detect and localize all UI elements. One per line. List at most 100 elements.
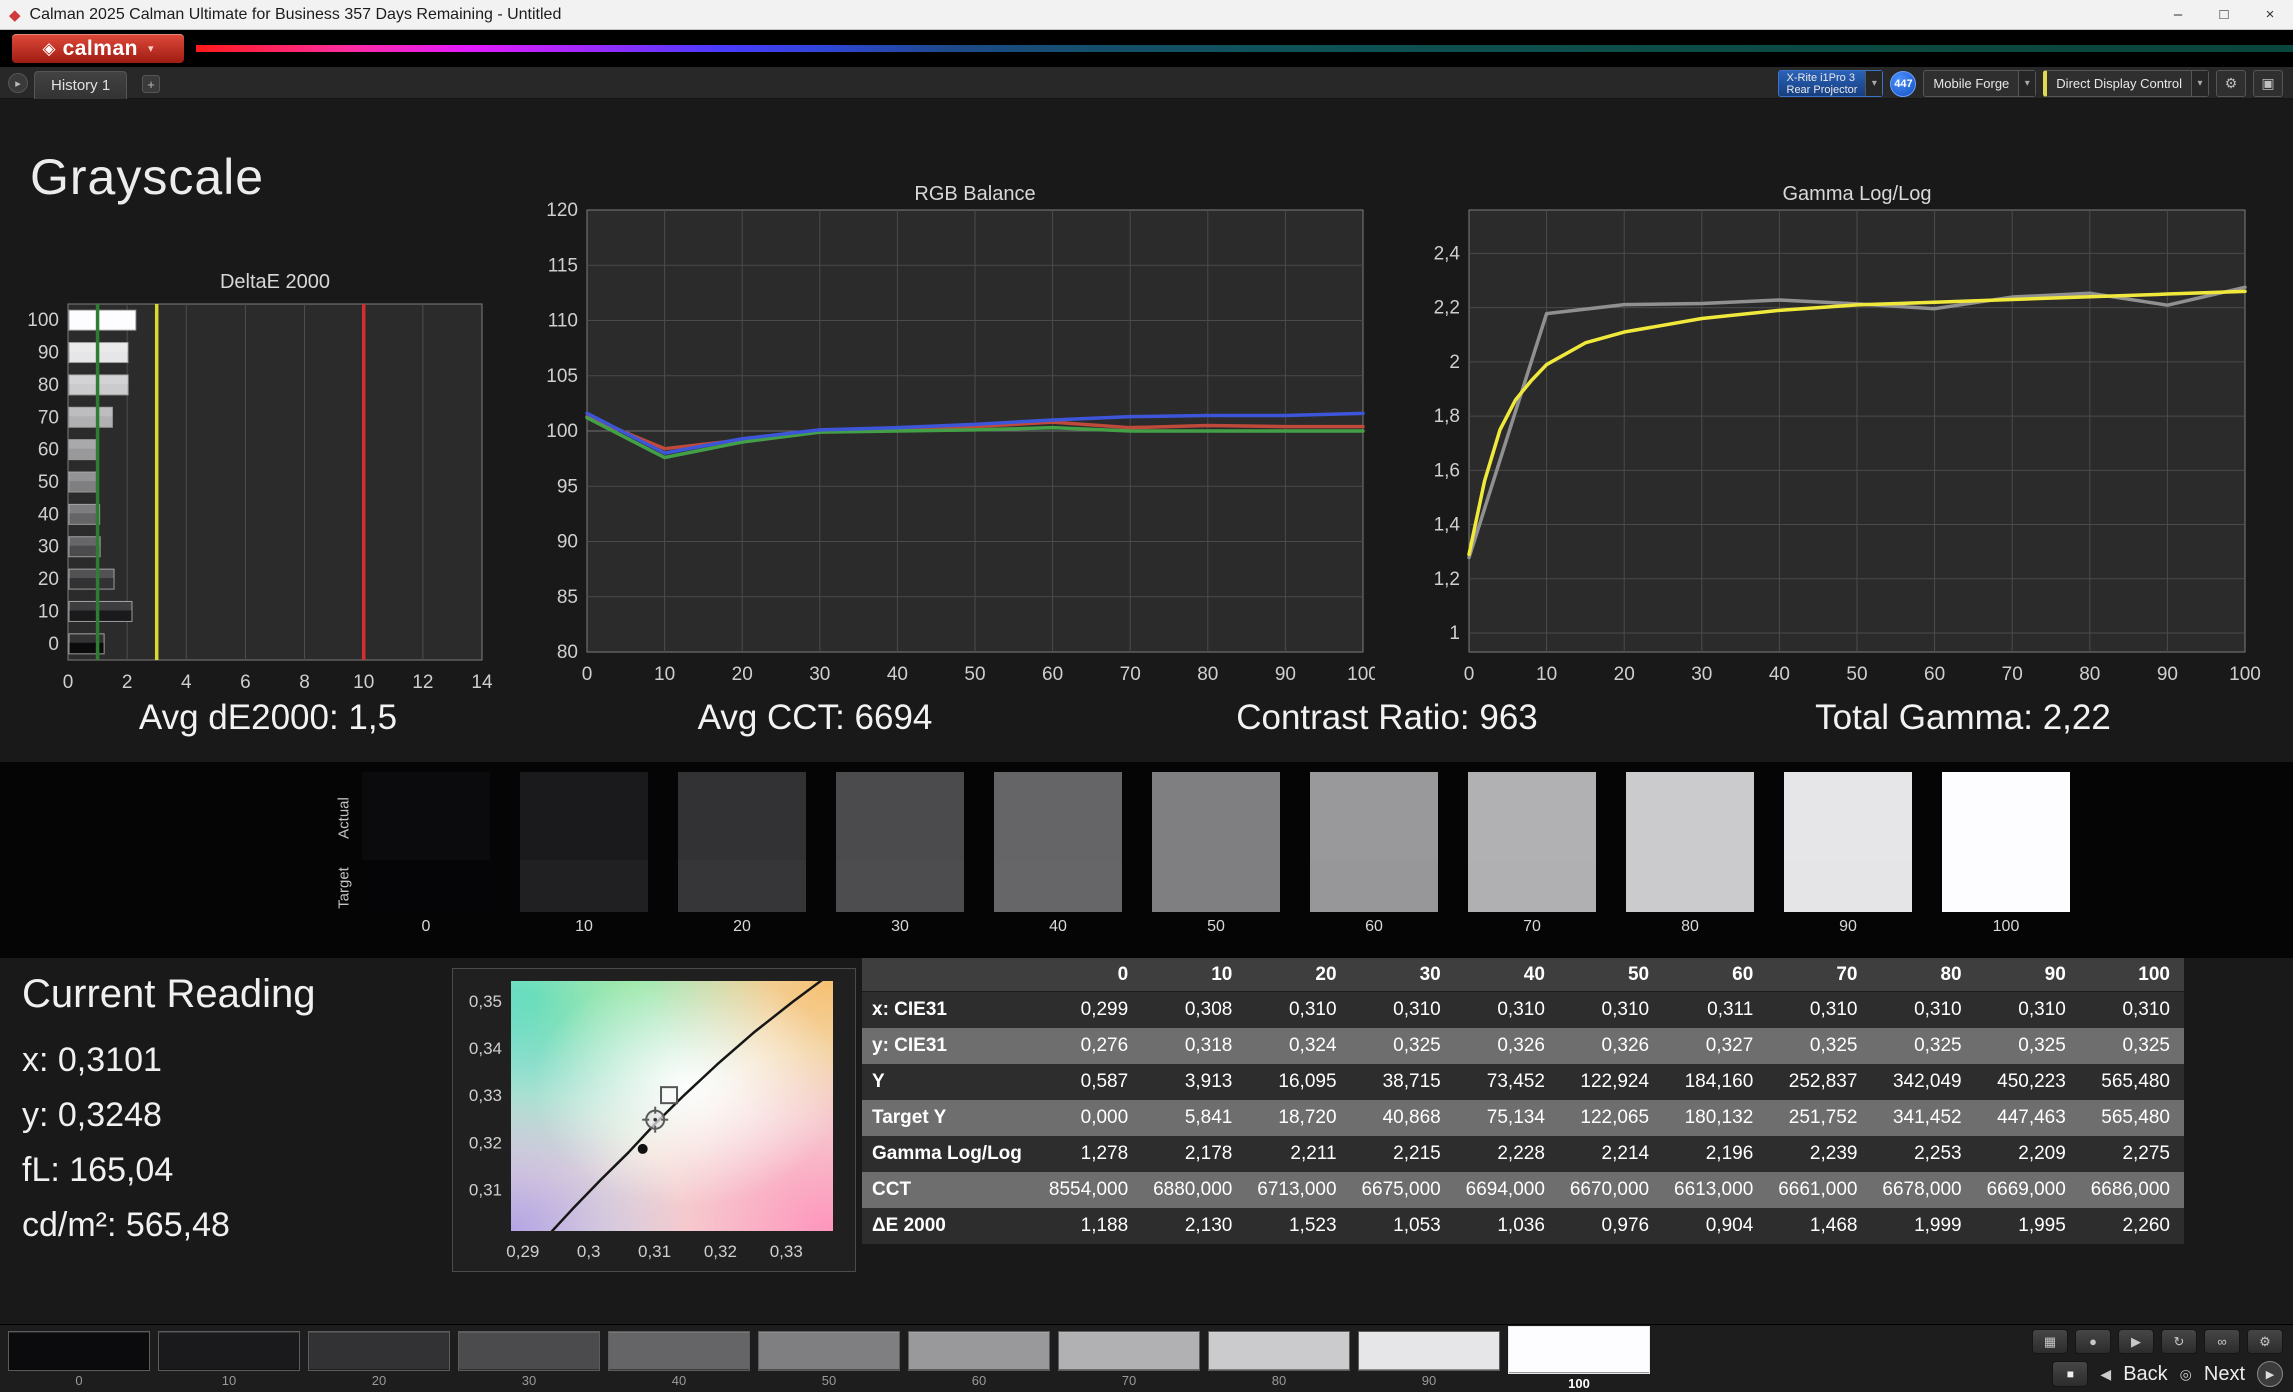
- svg-text:0: 0: [1464, 664, 1475, 685]
- stop-button[interactable]: ■: [2052, 1361, 2089, 1387]
- pattern-patch-button-10[interactable]: 10: [158, 1331, 300, 1388]
- table-cell: 6675,000: [1350, 1172, 1455, 1208]
- table-cell: 1,995: [1975, 1208, 2080, 1244]
- minimize-button[interactable]: –: [2155, 0, 2201, 29]
- svg-text:90: 90: [1275, 664, 1296, 685]
- pattern-patch-button-70[interactable]: 70: [1058, 1331, 1200, 1388]
- swatch-target: [520, 860, 648, 912]
- svg-text:20: 20: [1614, 664, 1635, 685]
- patch-chip: [1058, 1331, 1200, 1371]
- pattern-patch-button-30[interactable]: 30: [458, 1331, 600, 1388]
- pattern-patch-button-90[interactable]: 90: [1358, 1331, 1500, 1388]
- source-dropdown[interactable]: Mobile Forge ▾: [1923, 70, 2037, 97]
- next-button[interactable]: Next: [2204, 1363, 2245, 1386]
- svg-text:0,33: 0,33: [469, 1086, 502, 1105]
- svg-text:RGB Balance: RGB Balance: [914, 183, 1035, 205]
- pattern-patch-button-20[interactable]: 20: [308, 1331, 450, 1388]
- pattern-patch-button-80[interactable]: 80: [1208, 1331, 1350, 1388]
- table-row-label: Y: [862, 1064, 1038, 1100]
- table-col-header: 50: [1558, 958, 1664, 992]
- svg-text:2,4: 2,4: [1434, 243, 1461, 264]
- rgb-balance-chart: RGB Balance 0 10 20 30 40 50 60 70 80 90 100 120 115 1…: [545, 180, 1375, 700]
- svg-text:40: 40: [38, 504, 59, 525]
- tab-bar: ▸ History 1 + X-Rite i1Pro 3 Rear Projec…: [0, 67, 2293, 99]
- tab-history-1[interactable]: History 1: [34, 71, 128, 99]
- back-arrow-icon[interactable]: ◀: [2100, 1366, 2111, 1383]
- calman-logo-menu[interactable]: ◈ calman ▾: [12, 34, 184, 63]
- pattern-patch-button-0[interactable]: 0: [8, 1331, 150, 1388]
- swatch-target: [1310, 860, 1438, 912]
- next-arrow-icon[interactable]: ▶: [2257, 1361, 2283, 1387]
- svg-text:10: 10: [353, 672, 374, 693]
- refresh-button[interactable]: ↻: [2161, 1329, 2197, 1354]
- svg-text:8: 8: [299, 672, 310, 693]
- maximize-button[interactable]: □: [2201, 0, 2247, 29]
- swatch-actual: [1784, 772, 1912, 860]
- table-cell: 75,134: [1454, 1100, 1559, 1136]
- svg-text:90: 90: [557, 532, 578, 553]
- gamma-loglog-chart: Gamma Log/Log 0 10 20 30 40 50 60 70 80 90 100 2,4 2,…: [1425, 180, 2275, 700]
- calman-app-window: ◆ Calman 2025 Calman Ultimate for Busine…: [0, 0, 2293, 1392]
- table-cell: 565,480: [2079, 1100, 2184, 1136]
- svg-text:80: 80: [557, 642, 578, 663]
- svg-text:115: 115: [548, 255, 578, 276]
- back-button[interactable]: Back: [2123, 1363, 2167, 1386]
- svg-text:40: 40: [887, 664, 908, 685]
- svg-text:1,2: 1,2: [1434, 569, 1460, 590]
- svg-text:1: 1: [1449, 623, 1460, 644]
- table-cell: 1,278: [1038, 1136, 1143, 1172]
- read-icon[interactable]: ◎: [2180, 1366, 2192, 1383]
- table-cell: 252,837: [1767, 1064, 1872, 1100]
- table-cell: 251,752: [1767, 1100, 1872, 1136]
- grayscale-swatch-10: 10: [520, 772, 648, 936]
- swatch-label: 40: [1049, 918, 1067, 935]
- grayscale-swatch-strip: Actual Target 0 10 20 30 40 50 60 70 80 90 100: [0, 762, 2293, 958]
- meter-status-badge[interactable]: 447: [1890, 70, 1917, 97]
- svg-text:100: 100: [27, 310, 59, 331]
- rainbow-gradient-strip: [196, 45, 2293, 52]
- display-control-dropdown[interactable]: Direct Display Control ▾: [2043, 70, 2209, 97]
- tab-scroll-button[interactable]: ▸: [8, 73, 28, 93]
- table-cell: 6713,000: [1246, 1172, 1351, 1208]
- svg-text:2: 2: [1449, 352, 1460, 373]
- pattern-window-button[interactable]: ▦: [2032, 1329, 2068, 1354]
- table-row-label: Gamma Log/Log: [862, 1136, 1038, 1172]
- close-button[interactable]: ×: [2247, 0, 2293, 29]
- actual-row-label: Actual: [335, 797, 353, 839]
- table-cell: 3,913: [1142, 1064, 1247, 1100]
- svg-text:0,32: 0,32: [704, 1242, 737, 1261]
- gear-icon[interactable]: ⚙: [2216, 70, 2246, 97]
- table-col-header: 30: [1350, 958, 1455, 992]
- svg-text:Gamma Log/Log: Gamma Log/Log: [1783, 183, 1932, 205]
- svg-text:70: 70: [2002, 664, 2023, 685]
- table-cell: 5,841: [1142, 1100, 1247, 1136]
- table-cell: 0,310: [1350, 992, 1455, 1028]
- svg-text:95: 95: [557, 476, 578, 497]
- record-button[interactable]: ●: [2075, 1329, 2111, 1354]
- pattern-patch-button-50[interactable]: 50: [758, 1331, 900, 1388]
- add-tab-button[interactable]: +: [142, 75, 160, 93]
- table-row-label: x: CIE31: [862, 992, 1038, 1028]
- swatch-label: 30: [891, 918, 909, 935]
- contrast-ratio-stat: Contrast Ratio: 963: [1236, 698, 1538, 737]
- svg-text:30: 30: [1691, 664, 1712, 685]
- patch-chip: [908, 1331, 1050, 1371]
- table-cell: 341,452: [1871, 1100, 1976, 1136]
- swatch-label: 80: [1681, 918, 1699, 935]
- settings-button[interactable]: ⚙: [2247, 1329, 2283, 1354]
- swatch-label: 70: [1523, 918, 1541, 935]
- play-button[interactable]: ▶: [2118, 1329, 2154, 1354]
- monitor-icon[interactable]: ▣: [2253, 70, 2283, 97]
- current-reading-panel: Current Reading x: 0,3101 y: 0,3248 fL: …: [22, 972, 316, 1253]
- table-cell: 8554,000: [1038, 1172, 1143, 1208]
- svg-text:80: 80: [2079, 664, 2100, 685]
- table-cell: 0,318: [1142, 1028, 1247, 1064]
- logo-bar: ◈ calman ▾: [0, 30, 2293, 67]
- meter-dropdown[interactable]: X-Rite i1Pro 3 Rear Projector ▾: [1777, 70, 1884, 97]
- pattern-patch-button-100[interactable]: 100: [1508, 1326, 1650, 1391]
- pattern-patch-button-40[interactable]: 40: [608, 1331, 750, 1388]
- continuous-read-button[interactable]: ∞: [2204, 1329, 2240, 1354]
- patch-chip: [1508, 1326, 1650, 1374]
- pattern-patch-button-60[interactable]: 60: [908, 1331, 1050, 1388]
- patch-chip: [608, 1331, 750, 1371]
